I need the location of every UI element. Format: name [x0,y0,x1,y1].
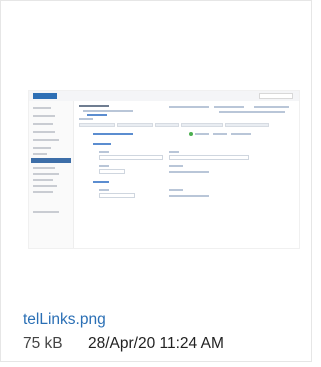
thumbnail-topbar [29,91,299,101]
thumbnail-sidebar-line [33,185,57,187]
thumbnail-sidebar-line [33,115,55,117]
thumbnail-line [79,118,93,120]
thumbnail-tab [117,123,153,127]
thumbnail-sidebar-line [33,179,53,181]
thumbnail-line [83,110,133,112]
thumbnail-line [93,143,111,145]
attachment-size: 75 kB [23,335,63,352]
thumbnail-sidebar-line [33,107,51,109]
thumbnail-sidebar [29,101,74,248]
thumbnail-line [99,151,109,153]
thumbnail-sidebar-line [33,173,59,175]
thumbnail-field [99,155,163,160]
attachment-meta: 75 kB 28/Apr/20 11:24 AM [23,335,224,353]
thumbnail-line [219,111,285,113]
thumbnail-logo [33,93,57,99]
thumbnail-search [259,93,293,99]
thumbnail-sidebar-line [33,167,55,169]
thumbnail-sidebar-line [33,211,59,213]
thumbnail-status-dot [189,132,193,136]
thumbnail-title [79,105,109,107]
thumbnail-line [213,133,227,135]
thumbnail-line [169,195,209,197]
thumbnail-line [99,165,109,167]
thumbnail-line [169,106,209,108]
thumbnail-tab [181,123,223,127]
thumbnail-line [254,106,289,108]
thumbnail-line [169,165,183,167]
thumbnail-sidebar-line [33,147,51,149]
thumbnail-line [169,189,183,191]
thumbnail-sidebar-line [33,131,55,133]
thumbnail-line [99,189,109,191]
attachment-card[interactable]: telLinks.png 75 kB 28/Apr/20 11:24 AM [0,0,312,362]
thumbnail-line [169,151,179,153]
thumbnail-line [87,114,107,116]
thumbnail-sidebar-selected [31,158,71,163]
thumbnail-sidebar-line [33,191,53,193]
thumbnail-tab [225,123,269,127]
thumbnail-sidebar-line [33,153,47,155]
thumbnail-sidebar-line [33,123,53,125]
attachment-filename-link[interactable]: telLinks.png [23,311,106,329]
thumbnail-field [169,155,249,160]
thumbnail-line [93,181,109,183]
thumbnail-line [214,106,244,108]
thumbnail-field [99,193,135,198]
thumbnail-line [93,133,133,135]
thumbnail-line [169,171,209,173]
thumbnail-line [195,133,209,135]
thumbnail-sidebar-line [33,139,59,141]
thumbnail-field [99,169,125,174]
thumbnail-tab [79,123,115,127]
thumbnail-tab [155,123,179,127]
attachment-thumbnail[interactable] [1,1,311,301]
attachment-date: 28/Apr/20 11:24 AM [88,335,224,352]
thumbnail-image [29,91,299,248]
thumbnail-line [231,133,251,135]
